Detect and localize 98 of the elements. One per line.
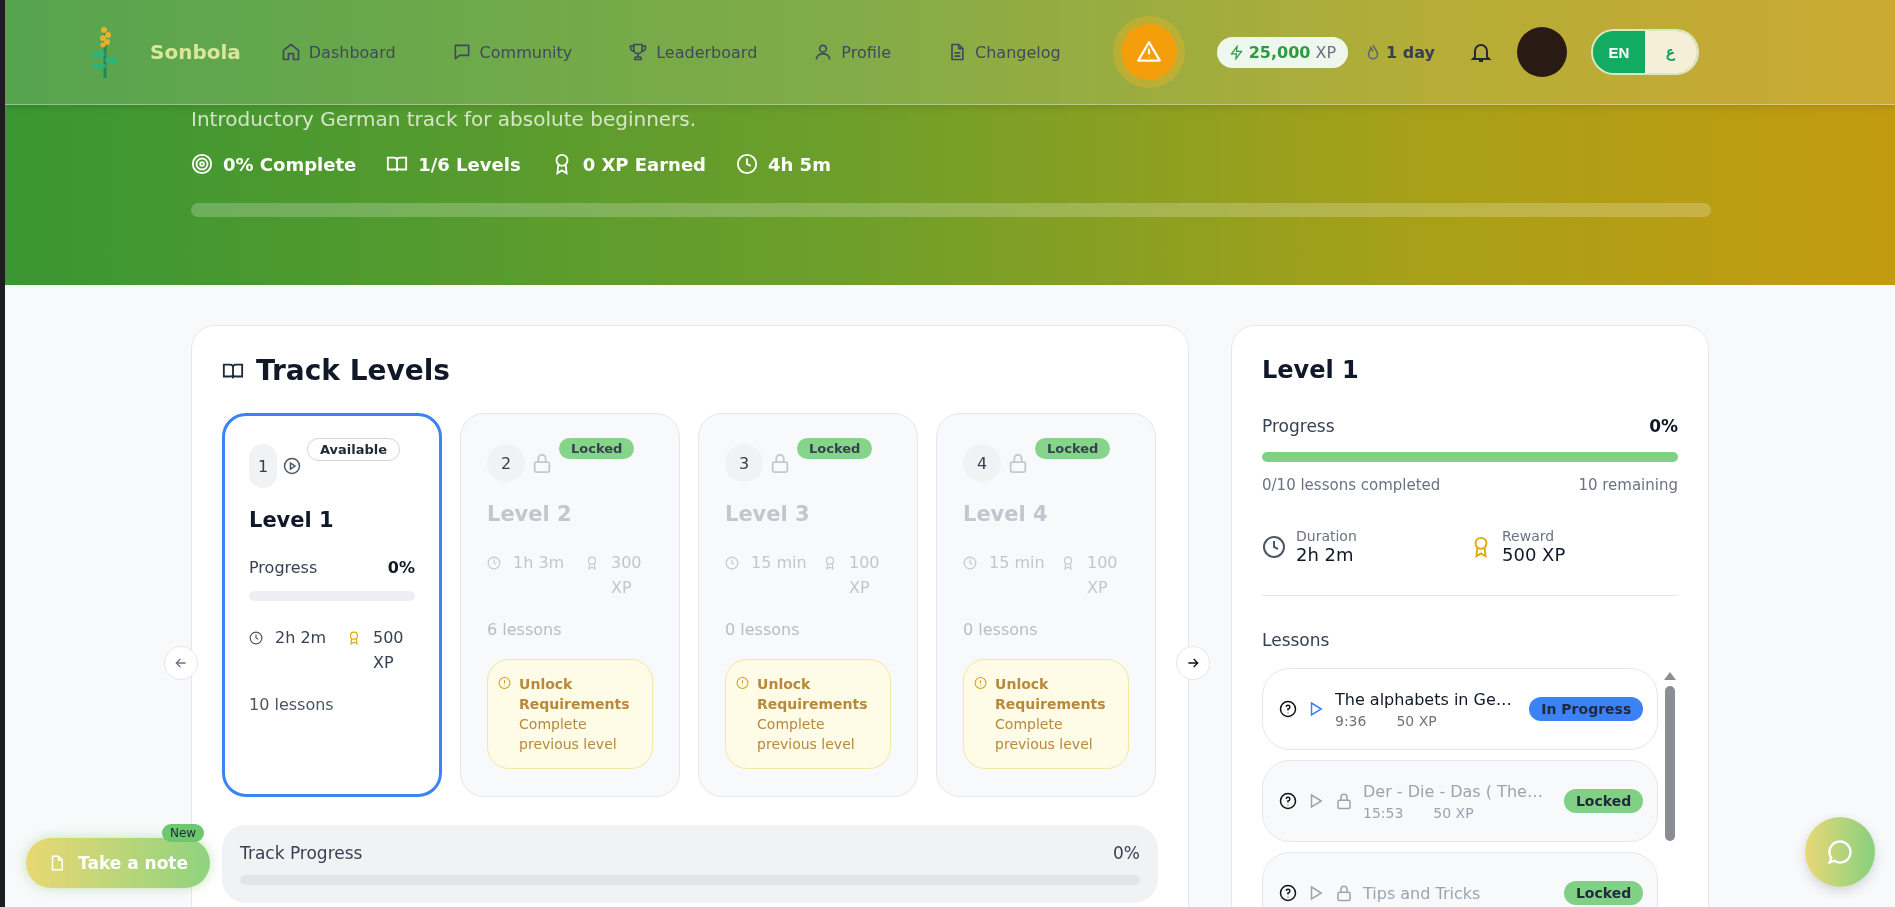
track-stat: 0 XP Earned	[550, 153, 706, 175]
requirement-title: Unlock Requirements	[995, 675, 1107, 714]
target-icon	[191, 153, 213, 175]
lesson-count: 0 lessons	[963, 620, 1039, 639]
lesson-item[interactable]: Der - Die - Das ( The… 15:53 50 XP Locked	[1262, 760, 1659, 842]
level-xp: 500 XP	[373, 627, 405, 674]
level-card[interactable]: 1 Available Level 1 Progress 0% 2h 2m 500 XP 10 lessons	[222, 413, 442, 797]
level-title: Level 1	[249, 508, 335, 532]
lessons-completed: 0/10 lessons completed	[1262, 476, 1441, 494]
clock-icon	[736, 153, 758, 175]
previous-arrow-button[interactable]	[164, 646, 198, 680]
track-stat: 4h 5m	[736, 153, 831, 175]
lock-icon	[1335, 792, 1353, 810]
lesson-count: 0 lessons	[725, 620, 801, 639]
lesson-item[interactable]: Tips and Tricks Locked	[1262, 852, 1659, 907]
lesson-xp: 50 XP	[1433, 804, 1474, 821]
lesson-title: Tips and Tricks	[1363, 883, 1482, 903]
lesson-count: 6 lessons	[487, 620, 563, 639]
level-number: 1	[249, 444, 277, 488]
requirement-title: Unlock Requirements	[519, 675, 631, 714]
duration-label: Duration	[1296, 528, 1357, 544]
nav-link[interactable]: Changelog	[947, 42, 1061, 62]
warning-button[interactable]	[1120, 24, 1177, 80]
requirement-title: Unlock Requirements	[757, 675, 869, 714]
clock-icon	[1262, 534, 1286, 559]
home-icon	[280, 42, 301, 62]
status-badge: Locked	[559, 438, 635, 459]
brand-name[interactable]: Sonbola	[150, 40, 241, 64]
alert-icon	[974, 674, 988, 692]
track-progress-value: 0%	[1113, 843, 1140, 863]
track-stat: 0% Complete	[191, 153, 357, 175]
lesson-item[interactable]: The alphabets in Ge… 9:36 50 XP In Progress	[1262, 668, 1659, 750]
track-progress-label: Track Progress	[240, 843, 363, 863]
clock-icon	[249, 631, 263, 645]
alert-icon	[498, 674, 512, 692]
requirement-text: Complete previous level	[995, 715, 1094, 754]
trophy-icon	[628, 42, 649, 62]
requirement-text: Complete previous level	[757, 715, 856, 754]
track-stat: 1/6 Levels	[386, 153, 521, 175]
progress-label: Progress	[1262, 416, 1335, 436]
status-badge: Available	[307, 438, 401, 461]
language-option[interactable]: EN	[1592, 31, 1645, 73]
award-icon	[823, 556, 837, 570]
status-badge: Locked	[1035, 438, 1111, 459]
new-badge: New	[162, 824, 205, 842]
clock-icon	[487, 556, 501, 570]
award-icon	[585, 556, 599, 570]
lock-icon	[531, 452, 553, 474]
chat-icon	[1826, 838, 1854, 866]
reward-label: Reward	[1502, 528, 1556, 544]
xp-balance: 25,000 XP	[1216, 36, 1349, 68]
award-icon	[1061, 556, 1075, 570]
status-badge: In Progress	[1529, 697, 1644, 721]
help-icon[interactable]	[1279, 884, 1297, 902]
lock-icon	[1007, 452, 1029, 474]
next-arrow-button[interactable]	[1176, 646, 1210, 680]
clock-icon	[963, 556, 977, 570]
language-option[interactable]: ع	[1644, 31, 1697, 73]
lessons-heading: Lessons	[1262, 630, 1331, 650]
section-title: Track Levels	[256, 354, 451, 387]
requirement-text: Complete previous level	[519, 715, 618, 754]
nav-link[interactable]: Dashboard	[280, 42, 396, 62]
lock-icon	[769, 452, 791, 474]
level-number: 2	[487, 444, 525, 482]
level-title: Level 1	[1262, 356, 1360, 384]
progress-value: 0%	[1649, 416, 1678, 436]
lock-icon	[1335, 884, 1353, 902]
user-avatar[interactable]	[1516, 27, 1567, 77]
lesson-title: The alphabets in Ge…	[1335, 689, 1513, 709]
lesson-xp: 50 XP	[1396, 712, 1437, 729]
progress-value: 0%	[387, 558, 415, 577]
lesson-duration: 9:36	[1335, 712, 1367, 729]
progress-label: Progress	[249, 558, 318, 577]
nav-link[interactable]: Community	[451, 42, 573, 62]
track-description: Introductory German track for absolute beginners.	[191, 106, 698, 133]
status-badge: Locked	[797, 438, 873, 459]
help-icon[interactable]	[1279, 792, 1297, 810]
clock-icon	[725, 556, 739, 570]
alert-icon	[736, 674, 750, 692]
level-number: 4	[963, 444, 1001, 482]
award-icon	[347, 631, 361, 645]
duration-value: 2h 2m	[1296, 544, 1355, 565]
lightning-icon	[1228, 44, 1244, 60]
lessons-remaining: 10 remaining	[1578, 476, 1678, 494]
lesson-duration: 15:53	[1363, 804, 1404, 821]
nav-link[interactable]: Profile	[813, 42, 892, 62]
reward-value: 500 XP	[1502, 544, 1566, 565]
play-icon	[283, 457, 301, 475]
nav-link[interactable]: Leaderboard	[628, 42, 758, 62]
level-duration: 2h 2m	[275, 627, 328, 649]
streak-counter: 1 day	[1364, 42, 1435, 62]
lesson-title: Der - Die - Das ( The…	[1363, 781, 1544, 801]
warning-icon	[1135, 39, 1162, 65]
status-badge: Locked	[1563, 881, 1644, 905]
help-icon[interactable]	[1279, 700, 1297, 718]
level-number: 3	[725, 444, 763, 482]
status-badge: Locked	[1563, 789, 1644, 813]
lesson-count: 10 lessons	[249, 695, 335, 714]
